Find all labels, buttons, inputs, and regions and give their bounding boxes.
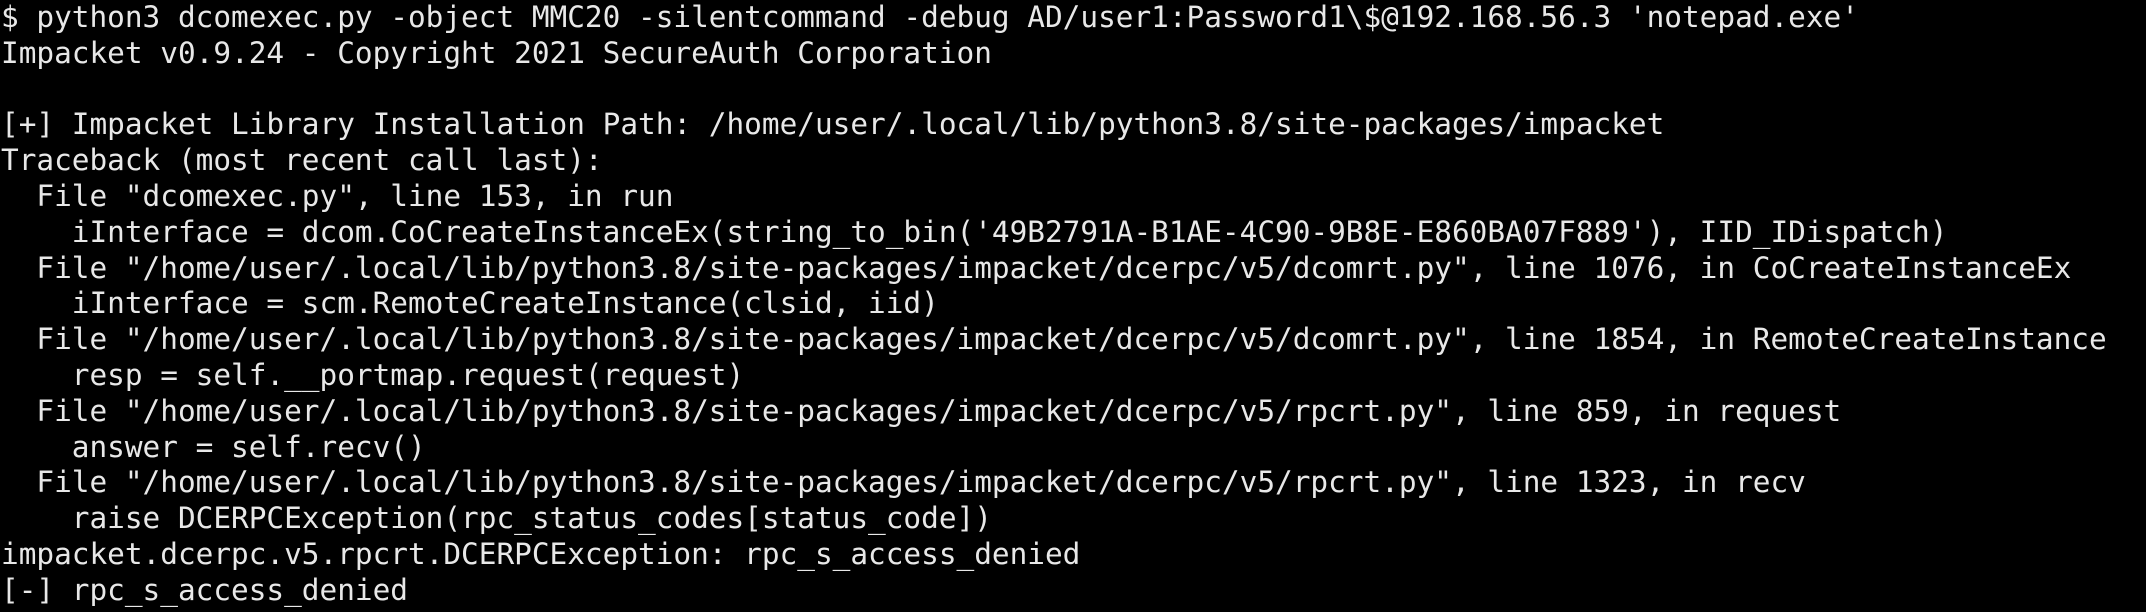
traceback-code: raise DCERPCException(rpc_status_codes[s… [1, 501, 992, 536]
error-status-line: [-] rpc_s_access_denied [1, 572, 408, 607]
traceback-frame: File "/home/user/.local/lib/python3.8/si… [1, 465, 1806, 500]
terminal-window[interactable]: $ python3 dcomexec.py -object MMC20 -sil… [0, 0, 2146, 612]
impacket-version-line: Impacket v0.9.24 - Copyright 2021 Secure… [1, 35, 992, 70]
traceback-header: Traceback (most recent call last): [1, 143, 603, 178]
traceback-frame: File "/home/user/.local/lib/python3.8/si… [1, 250, 2072, 285]
install-path-line: [+] Impacket Library Installation Path: … [1, 107, 1665, 142]
traceback-frame: File "/home/user/.local/lib/python3.8/si… [1, 322, 2107, 357]
traceback-code: answer = self.recv() [1, 429, 426, 464]
traceback-code: iInterface = scm.RemoteCreateInstance(cl… [1, 286, 939, 321]
traceback-frame: File "/home/user/.local/lib/python3.8/si… [1, 393, 1842, 428]
traceback-code: iInterface = dcom.CoCreateInstanceEx(str… [1, 214, 1948, 249]
command-line: $ python3 dcomexec.py -object MMC20 -sil… [1, 0, 1859, 34]
exception-line: impacket.dcerpc.v5.rpcrt.DCERPCException… [1, 536, 1081, 571]
traceback-code: resp = self.__portmap.request(request) [1, 357, 745, 392]
traceback-frame: File "dcomexec.py", line 153, in run [1, 178, 674, 213]
